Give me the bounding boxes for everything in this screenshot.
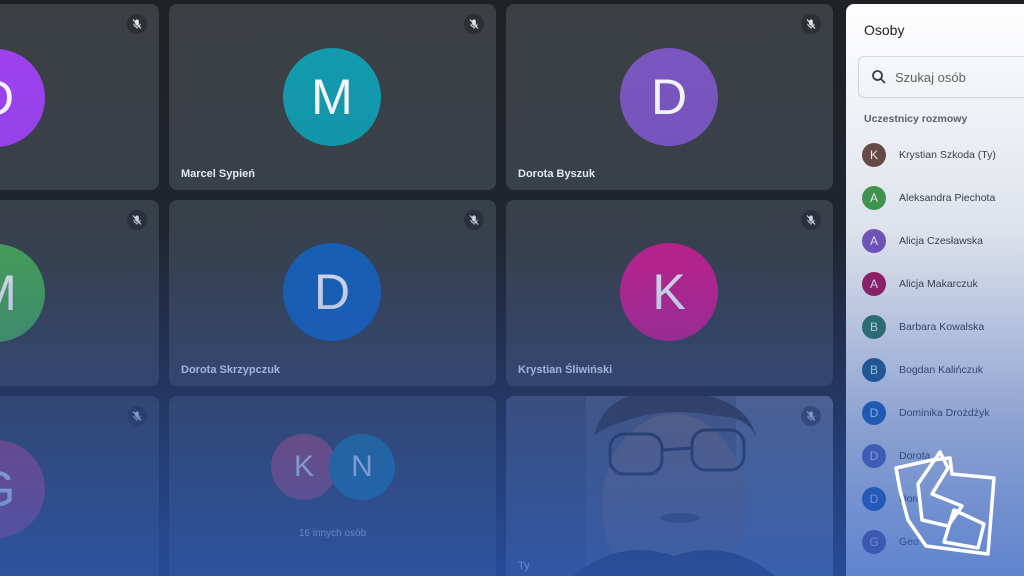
participant-name: Alicja Makarczuk	[899, 278, 978, 290]
section-heading: Uczestnicy rozmowy	[864, 113, 968, 125]
participant-tile[interactable]: M	[0, 200, 159, 386]
avatar: G	[0, 440, 45, 538]
search-input[interactable]: Szukaj osób	[858, 56, 1024, 98]
mic-off-icon	[464, 14, 484, 34]
participant-list-item[interactable]: K Krystian Szkoda (Ty)	[862, 140, 1024, 183]
participant-name: Dorota Skrzypczuk	[181, 364, 281, 376]
mic-off-icon	[801, 210, 821, 230]
mic-off-icon	[127, 14, 147, 34]
avatar: N	[329, 434, 395, 500]
participant-name: Krystian Szkoda (Ty)	[899, 149, 996, 161]
participant-tile[interactable]: G	[0, 396, 159, 576]
participant-tile[interactable]: K Krystian Śliwiński	[506, 200, 833, 386]
participant-name: Dorota Byszuk	[518, 168, 596, 180]
participant-list-item[interactable]: A Aleksandra Piechota	[862, 183, 1024, 226]
participant-list-item[interactable]: A Alicja Czesławska	[862, 226, 1024, 269]
participant-list-item[interactable]: A Alicja Makarczuk	[862, 269, 1024, 312]
participant-tile[interactable]: D	[0, 4, 159, 190]
participant-list-item[interactable]: B Bogdan Kalińczuk	[862, 355, 1024, 398]
avatar: D	[862, 487, 886, 511]
participant-name: Ty	[518, 560, 530, 572]
participant-name: Marcel Sypień	[181, 168, 255, 180]
participant-name: Alicja Czesławska	[899, 235, 984, 247]
participant-name: Bogdan Kalińczuk	[899, 364, 984, 376]
mic-off-icon	[464, 210, 484, 230]
participant-list-item[interactable]: B Barbara Kowalska	[862, 312, 1024, 355]
video-grid: D M Marcel Sypień D Dorota Byszuk M D Do…	[0, 0, 846, 576]
avatar: K	[271, 434, 337, 500]
avatar: K	[620, 243, 718, 341]
avatar: D	[862, 401, 886, 425]
avatar: B	[862, 358, 886, 382]
participant-tile[interactable]: M Marcel Sypień	[169, 4, 496, 190]
avatar: K	[862, 143, 886, 167]
mic-off-icon	[127, 210, 147, 230]
mic-off-icon	[801, 406, 821, 426]
participant-name: Aleksandra Piechota	[899, 192, 996, 204]
participant-tile[interactable]: D Dorota Byszuk	[506, 4, 833, 190]
brand-logo	[894, 450, 996, 556]
avatar: B	[862, 315, 886, 339]
avatar: A	[862, 229, 886, 253]
avatar: M	[283, 48, 381, 146]
avatar: D	[862, 444, 886, 468]
mic-off-icon	[801, 14, 821, 34]
others-tile[interactable]: K N 16 innych osób	[169, 396, 496, 576]
participant-name: Krystian Śliwiński	[518, 364, 613, 376]
avatar: D	[0, 49, 45, 147]
avatar: G	[862, 530, 886, 554]
avatar: D	[620, 48, 718, 146]
self-video-tile[interactable]: Ty	[506, 396, 833, 576]
participant-name: Dominika Drożdżyk	[899, 407, 990, 419]
mic-off-icon	[127, 406, 147, 426]
participant-name: Barbara Kowalska	[899, 321, 985, 333]
search-icon	[871, 69, 887, 90]
avatar: A	[862, 272, 886, 296]
panel-title: Osoby	[864, 22, 905, 38]
others-count-label: 16 innych osób	[298, 528, 367, 539]
participant-list-item[interactable]: D Dominika Drożdżyk	[862, 398, 1024, 441]
avatar: A	[862, 186, 886, 210]
self-video-image	[506, 396, 833, 576]
participant-tile[interactable]: D Dorota Skrzypczuk	[169, 200, 496, 386]
search-placeholder: Szukaj osób	[895, 70, 966, 85]
avatar: M	[0, 244, 45, 342]
avatar: D	[283, 243, 381, 341]
